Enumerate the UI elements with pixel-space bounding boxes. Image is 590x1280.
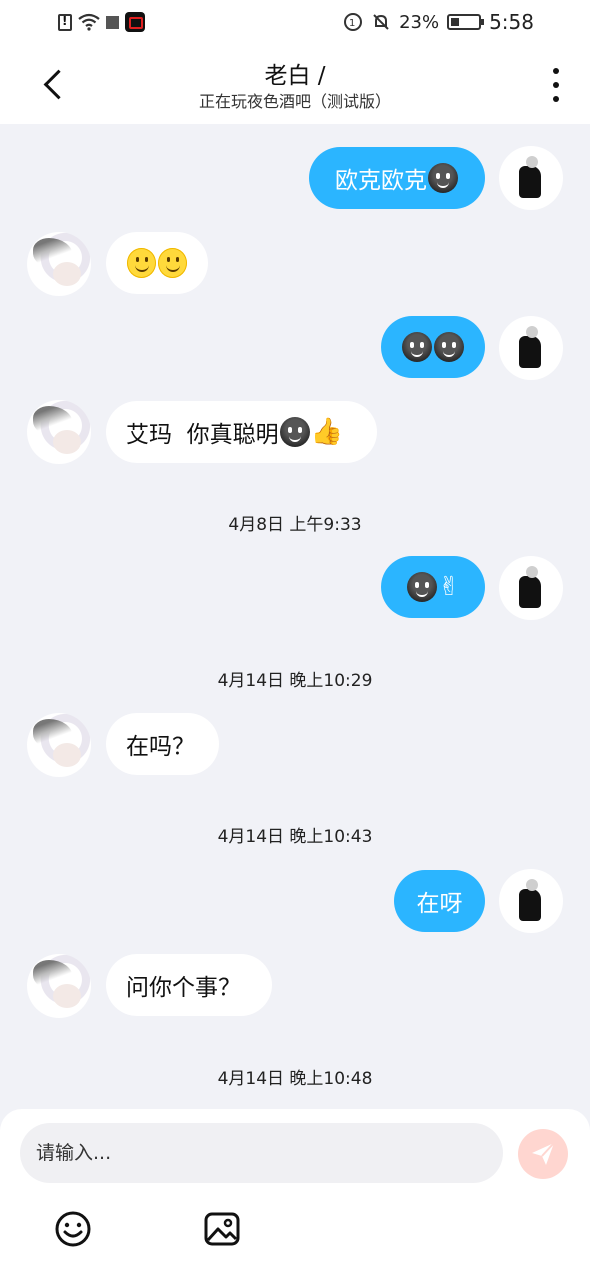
bell-muted-icon [373,14,389,30]
sent-message[interactable]: ✌ [381,556,485,618]
notification-square-icon [106,15,119,29]
svg-text:1: 1 [349,18,355,29]
received-message[interactable]: 问你个事？ [106,954,272,1016]
thumbs-up-emoji-icon: 👍 [310,417,343,447]
status-left-icons [58,12,145,32]
timestamp: 4月14日 晚上10:29 [217,671,373,691]
composer [0,1109,590,1280]
image-picker-icon[interactable] [202,1209,242,1249]
paper-plane-icon [532,1142,555,1165]
status-bar: 1 23% 5:58 [0,0,590,44]
sim-alert-icon [58,13,72,31]
more-options-icon[interactable] [550,68,562,102]
dark-grin-emoji-icon [279,417,310,447]
victory-hand-emoji-icon: ✌ [438,572,460,602]
message-text: 在呀 [416,891,463,917]
chat-header: 老白 / 正在玩夜色酒吧（测试版） [0,44,590,124]
clock: 5:58 [489,10,534,34]
timestamp: 4月14日 晚上10:48 [217,1069,373,1089]
message-text: 问你个事？ [126,975,241,1001]
dark-grin-emoji-icon [434,332,464,362]
contact-name: 老白 / [264,63,326,89]
timestamp: 4月14日 晚上10:43 [217,827,373,847]
contact-avatar[interactable] [27,954,91,1018]
status-right: 1 23% 5:58 [343,10,534,34]
my-avatar[interactable] [499,316,563,380]
dark-grin-emoji-icon [402,332,432,362]
contact-avatar[interactable] [27,400,91,464]
received-message[interactable] [106,232,208,294]
timestamp: 4月8日 上午9:33 [228,515,362,535]
sent-message[interactable]: 在呀 [394,870,485,932]
received-message[interactable]: 在吗？ [106,713,219,775]
smile-emoji-icon [158,248,187,278]
data-saver-icon: 1 [344,13,363,31]
contact-avatar[interactable] [27,713,91,777]
my-avatar[interactable] [499,146,563,210]
dark-grin-emoji-icon [428,163,458,193]
smile-emoji-icon [127,248,156,278]
send-button[interactable] [518,1129,568,1179]
received-message[interactable]: 艾玛 你真聪明 👍 [106,401,377,463]
message-text: 欧克欧克 [335,168,427,194]
sent-message[interactable] [381,316,485,378]
contact-status: 正在玩夜色酒吧（测试版） [198,92,391,111]
message-list[interactable]: 欧克欧克 艾玛 你真聪明 👍 4月8日 上午9:33 ✌ 4月14日 晚上10:… [0,124,590,1109]
screen-record-icon [125,12,145,32]
wifi-icon [78,13,100,31]
battery-icon [447,14,485,30]
dark-grin-emoji-icon [407,572,438,602]
sent-message[interactable]: 欧克欧克 [309,147,485,209]
message-text: 在吗？ [126,734,195,760]
my-avatar[interactable] [499,869,563,933]
message-input[interactable] [20,1123,503,1183]
emoji-picker-icon[interactable] [53,1209,93,1249]
contact-avatar[interactable] [27,232,91,296]
battery-percent: 23% [399,11,440,33]
message-text: 艾玛 你真聪明 [126,422,279,448]
my-avatar[interactable] [499,556,563,620]
